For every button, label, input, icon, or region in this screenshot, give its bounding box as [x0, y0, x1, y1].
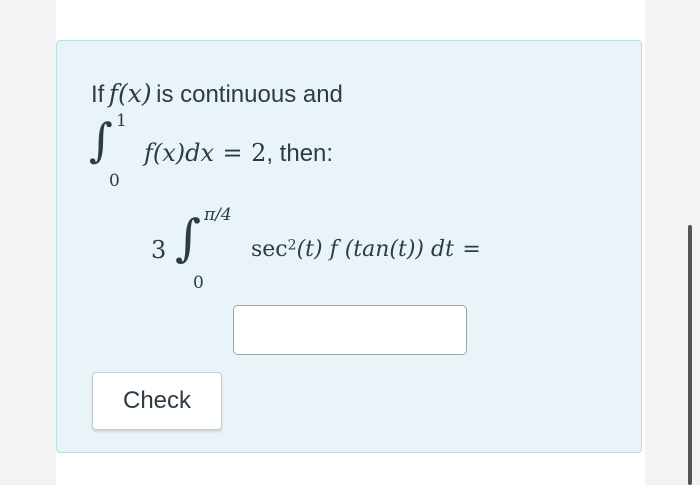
- prompt-prefix: If: [91, 81, 105, 108]
- scrollbar[interactable]: [688, 225, 692, 485]
- left-margin: [0, 0, 56, 485]
- integral1-equals: =: [222, 139, 243, 167]
- fx-expression: f(x): [108, 79, 152, 108]
- sec-function: sec: [251, 237, 288, 262]
- integral2-lower-limit: 0: [193, 273, 204, 293]
- coefficient: 3: [151, 236, 167, 264]
- sec-exponent: 2: [287, 237, 297, 254]
- answer-input[interactable]: [233, 305, 467, 355]
- integral1-lower-limit: 0: [109, 171, 120, 191]
- prompt-suffix: is continuous and: [156, 81, 343, 108]
- integral2-integrand: (t) f (tan(t)) dt: [296, 237, 454, 262]
- integral-sign: ∫: [175, 209, 202, 267]
- integral1-upper-limit: 1: [116, 111, 127, 131]
- question-intro: If f(x) is continuous and: [91, 79, 343, 109]
- integral2-upper-limit: π/4: [204, 205, 232, 225]
- question-card: If f(x) is continuous and ∫ 1 0 f(x)dx =…: [56, 40, 642, 453]
- integral2-expression: sec2(t) f (tan(t)) dt =: [251, 237, 481, 262]
- integral1-value: 2: [251, 139, 267, 167]
- then-text: , then:: [266, 140, 334, 167]
- integral-sign: ∫: [89, 113, 113, 167]
- integral2-equals: =: [462, 237, 481, 262]
- check-button[interactable]: Check: [92, 372, 222, 430]
- integral1-expression: f(x)dx = 2, then:: [144, 139, 333, 168]
- integral1-integrand: f(x)dx: [144, 139, 215, 167]
